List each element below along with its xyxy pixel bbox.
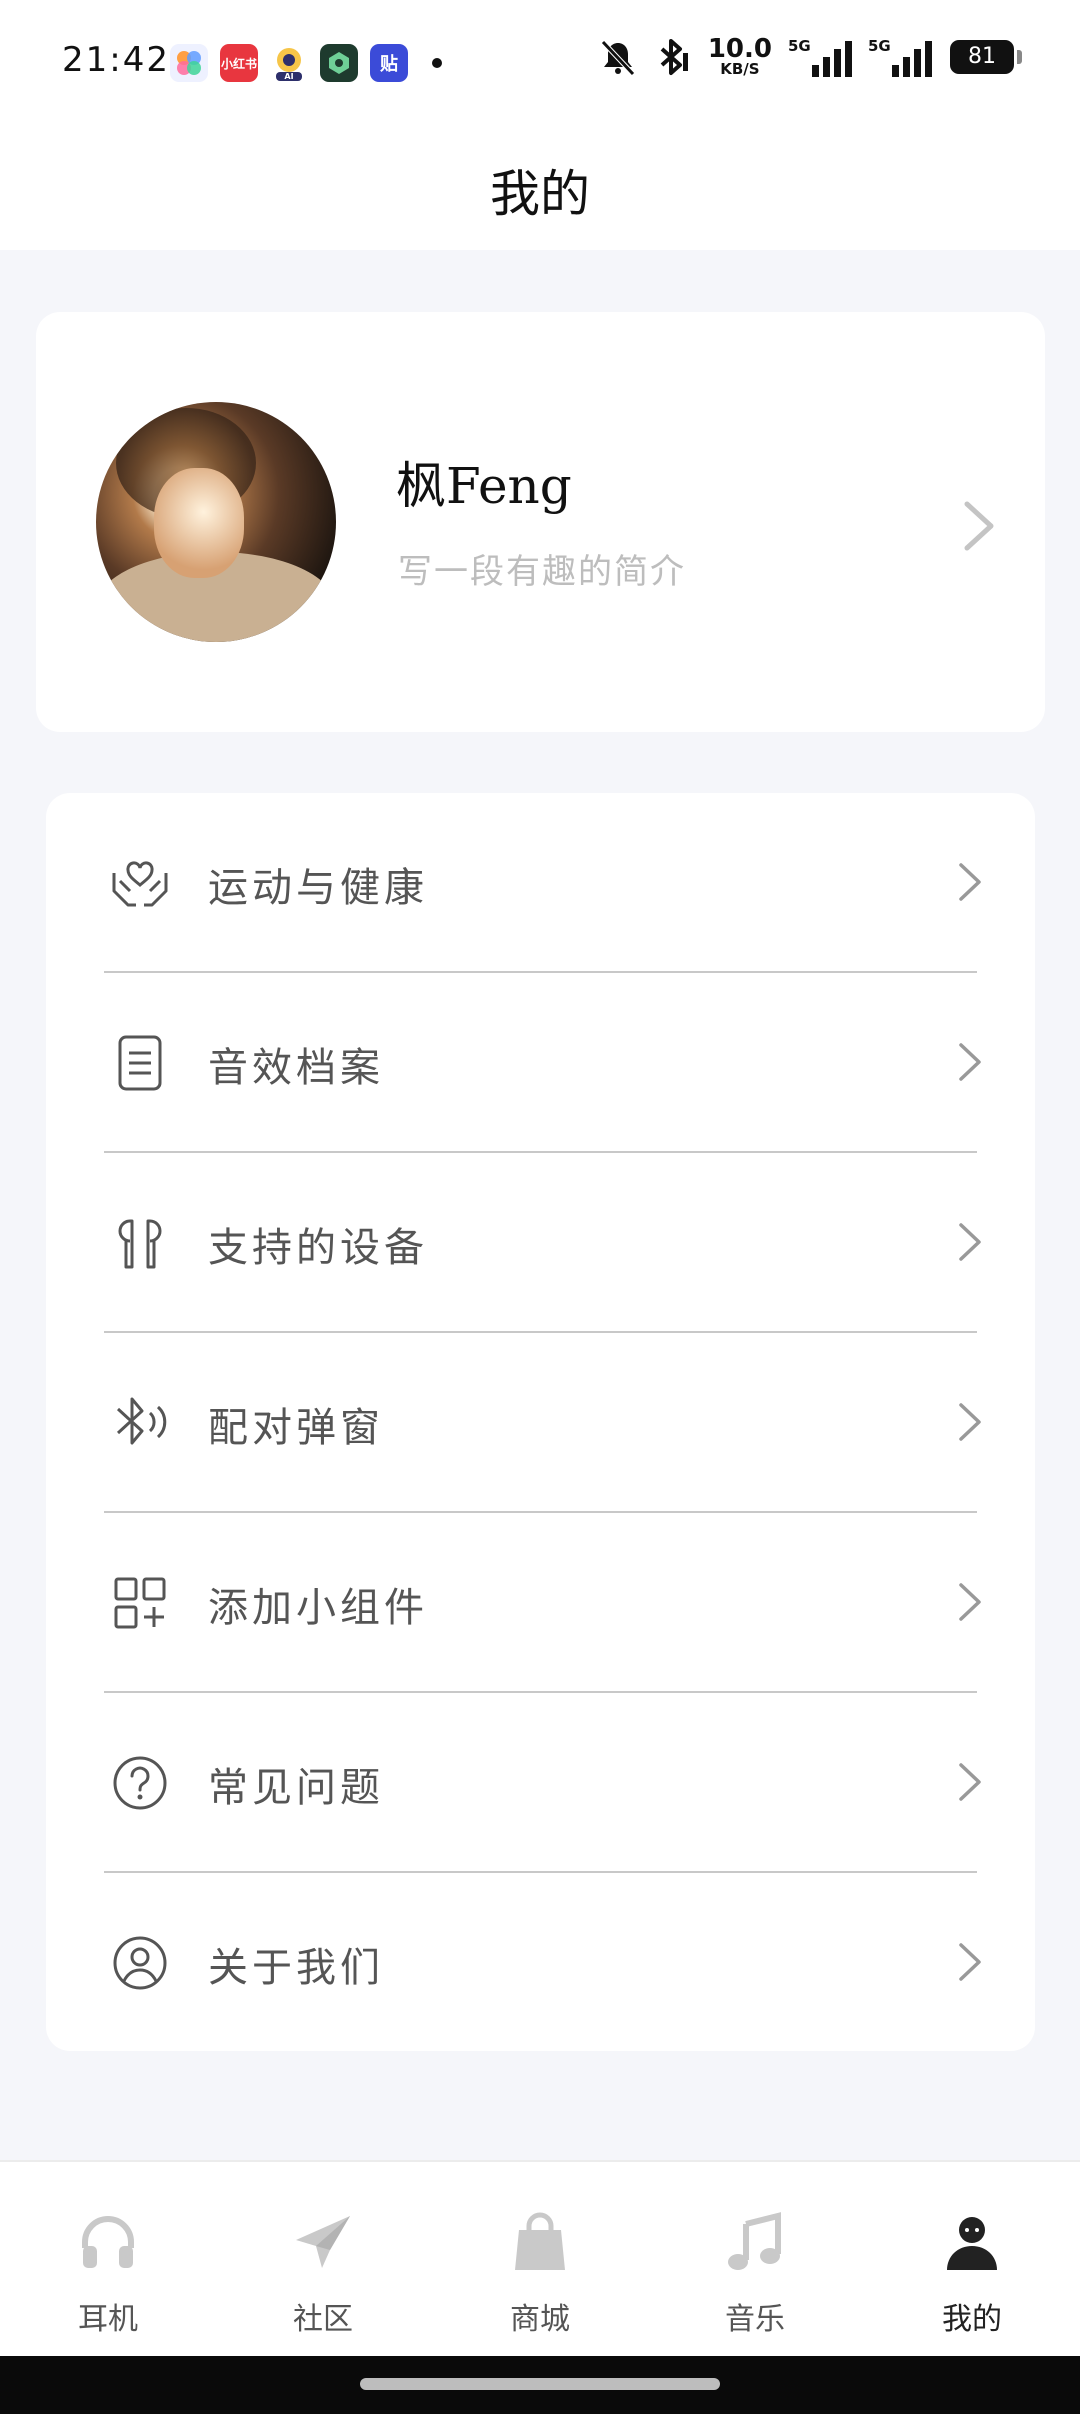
nav-label-music: 音乐 — [725, 2302, 785, 2337]
menu-label-supported-devices: 支持的设备 — [208, 1225, 428, 1271]
chevron-right-icon — [959, 1583, 981, 1621]
nav-label-mine: 我的 — [942, 2302, 1002, 2337]
paper-plane-icon — [296, 2216, 350, 2268]
menu-label-health: 运动与健康 — [208, 865, 428, 911]
battery-level: 81 — [968, 44, 996, 69]
chevron-right-icon — [959, 1403, 981, 1441]
tieba-app-icon: 贴 — [370, 44, 408, 82]
menu-item-sound-profile[interactable]: 音效档案 — [46, 973, 1035, 1153]
system-navigation-bar — [0, 2356, 1080, 2414]
add-widget-icon — [114, 1577, 166, 1629]
nav-tab-music[interactable]: 音乐 — [685, 2210, 825, 2338]
signal-2-label: 5G — [868, 36, 891, 55]
bluetooth-status-icon — [660, 38, 688, 75]
nav-tab-mine[interactable]: 我的 — [902, 2210, 1042, 2338]
question-icon — [113, 1756, 167, 1810]
settings-menu: 运动与健康 音效档案 支持的设备 配对弹窗 添加小组件 常见问题 关于我们 — [46, 793, 1035, 2051]
network-speed-value: 10.0 — [707, 34, 772, 64]
app-header: 我的 — [0, 130, 1080, 250]
profile-name: 枫Feng — [396, 457, 572, 515]
profile-bio[interactable]: 写一段有趣的简介 — [398, 544, 686, 593]
headphones-icon — [82, 2216, 134, 2268]
earbuds-icon — [118, 1219, 162, 1269]
network-speed: 10.0 KB/S — [708, 36, 772, 77]
menu-label-sound-profile: 音效档案 — [208, 1045, 384, 1091]
chevron-right-icon — [964, 501, 994, 551]
user-circle-icon — [113, 1936, 167, 1990]
menu-item-add-widget[interactable]: 添加小组件 — [46, 1513, 1035, 1693]
heart-hands-icon — [112, 861, 168, 907]
mute-bell-icon — [601, 39, 635, 76]
chevron-right-icon — [959, 1223, 981, 1261]
bottom-nav: 耳机 社区 商城 音乐 我的 — [0, 2160, 1080, 2356]
signal-strength-1: 5G — [788, 36, 852, 77]
menu-label-add-widget: 添加小组件 — [208, 1585, 428, 1631]
nav-tab-community[interactable]: 社区 — [253, 2210, 393, 2338]
nav-tab-headphones[interactable]: 耳机 — [38, 2210, 178, 2338]
chevron-right-icon — [959, 1763, 981, 1801]
chevron-right-icon — [959, 1043, 981, 1081]
nav-tab-mall[interactable]: 商城 — [470, 2210, 610, 2338]
shield-app-icon — [320, 44, 358, 82]
menu-item-supported-devices[interactable]: 支持的设备 — [46, 1153, 1035, 1333]
home-indicator[interactable] — [360, 2378, 720, 2390]
battery-indicator: 81 — [950, 39, 1022, 74]
menu-label-pairing-popup: 配对弹窗 — [208, 1405, 384, 1451]
music-note-icon — [728, 2212, 781, 2270]
menu-item-pairing-popup[interactable]: 配对弹窗 — [46, 1333, 1035, 1513]
menu-label-about-us: 关于我们 — [208, 1945, 384, 1991]
profile-icon — [947, 2217, 997, 2270]
nav-label-mall: 商城 — [510, 2302, 570, 2337]
page-title: 我的 — [490, 165, 590, 223]
bluetooth-icon — [116, 1397, 167, 1445]
nav-label-community: 社区 — [293, 2302, 353, 2337]
chevron-right-icon — [959, 863, 981, 901]
profile-card[interactable]: 枫Feng 写一段有趣的简介 — [36, 312, 1045, 732]
menu-item-faq[interactable]: 常见问题 — [46, 1693, 1035, 1873]
network-speed-unit: KB/S — [720, 60, 760, 78]
document-icon — [118, 1035, 162, 1091]
signal-strength-2: 5G — [868, 36, 932, 77]
ai-label: AI — [284, 72, 293, 81]
signal-1-label: 5G — [788, 36, 811, 55]
status-time: 21:42 — [62, 40, 170, 80]
notification-icons: 小红书 AI 贴 — [170, 44, 442, 82]
avatar[interactable] — [96, 402, 336, 642]
chevron-right-icon — [959, 1943, 981, 1981]
status-bar: 21:42 小红书 AI 贴 10.0 KB/S 5G 5G 81 — [0, 0, 1080, 130]
system-icons: 10.0 KB/S 5G 5G 81 — [598, 36, 1022, 77]
more-notifications-dot — [432, 58, 442, 68]
photos-app-icon — [170, 44, 208, 82]
menu-label-faq: 常见问题 — [208, 1765, 384, 1811]
xiaohongshu-app-icon: 小红书 — [220, 44, 258, 82]
ai-assistant-app-icon: AI — [270, 44, 308, 82]
menu-item-health[interactable]: 运动与健康 — [46, 793, 1035, 973]
menu-item-about-us[interactable]: 关于我们 — [46, 1873, 1035, 2053]
nav-label-headphones: 耳机 — [78, 2302, 138, 2337]
shopping-bag-icon — [515, 2212, 565, 2270]
